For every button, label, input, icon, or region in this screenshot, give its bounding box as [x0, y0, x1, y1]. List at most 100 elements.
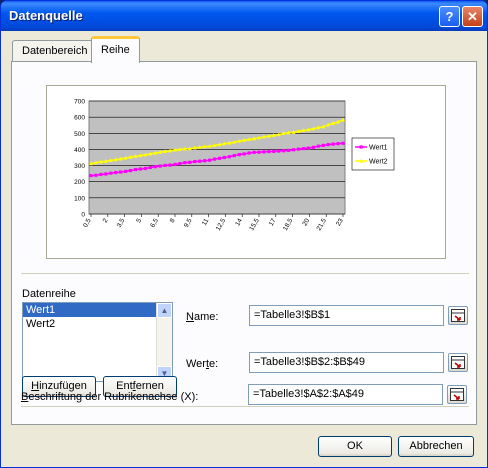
- list-item[interactable]: Wert2: [23, 317, 172, 331]
- data-point: [237, 152, 241, 157]
- collapse-dialog-icon: [451, 356, 465, 369]
- values-field[interactable]: =Tabelle3!$B$2:$B$49: [249, 352, 444, 373]
- x-tick-label: 20: [301, 217, 311, 227]
- data-point: [193, 159, 197, 164]
- chart-svg: 0 100 200 300 400 500 600 700 0,5 2 3,5 5 6,5 8 9,5 11 1…: [74, 99, 395, 232]
- collapse-dialog-icon: [451, 309, 465, 322]
- category-axis-field[interactable]: =Tabelle3!$A$2:$A$49: [248, 384, 443, 405]
- data-point: [133, 168, 138, 172]
- x-tick-label: 5: [135, 217, 143, 224]
- values-label: Werte:: [186, 358, 218, 370]
- data-point: [178, 162, 182, 166]
- data-point: [94, 173, 98, 177]
- series-listbox[interactable]: Wert1 Wert2 ▲ ▼: [22, 302, 173, 382]
- data-point: [321, 143, 325, 147]
- data-point: [242, 152, 246, 156]
- y-tick-label: 300: [74, 163, 85, 170]
- help-button[interactable]: ?: [439, 6, 460, 27]
- data-point: [203, 159, 207, 163]
- x-tick-label: 23: [335, 217, 345, 227]
- y-tick-label: 0: [81, 212, 85, 219]
- x-tick-label: 3,5: [116, 217, 127, 229]
- data-point: [301, 147, 306, 151]
- x-tick-label: 8: [169, 217, 177, 224]
- data-point: [128, 168, 133, 173]
- cancel-button[interactable]: Abbrechen: [398, 436, 474, 457]
- data-point: [89, 173, 93, 178]
- data-point: [217, 156, 222, 160]
- name-range-button[interactable]: [448, 306, 468, 325]
- data-point: [296, 147, 301, 151]
- y-tick-label: 400: [74, 147, 85, 154]
- name-field[interactable]: =Tabelle3!$B$1: [249, 305, 444, 326]
- tab-datenbereich[interactable]: Datenbereich: [12, 40, 98, 62]
- window-title: Datenquelle: [9, 8, 83, 23]
- tab-reihe[interactable]: Reihe: [91, 36, 140, 63]
- legend-marker: [359, 145, 363, 149]
- data-point: [123, 169, 128, 173]
- x-tick-label: 18,5: [282, 217, 295, 232]
- data-point: [316, 144, 320, 148]
- x-tick-label: 6,5: [149, 217, 160, 229]
- data-point: [282, 149, 286, 153]
- name-label-key: N: [186, 311, 194, 323]
- title-bar[interactable]: Datenquelle ? ✕: [1, 1, 487, 31]
- y-tick-label: 600: [74, 115, 85, 122]
- list-item[interactable]: Wert1: [23, 303, 172, 317]
- dialog-client: Datenbereich Reihe 0 100 200 300 400 500 600 70…: [5, 31, 483, 465]
- category-range-button[interactable]: [447, 385, 467, 404]
- data-point: [247, 151, 251, 155]
- category-axis-label: Beschriftung der Rubrikenachse (X):: [21, 391, 198, 403]
- x-tick-label: 12,5: [215, 217, 228, 232]
- y-tick-label: 200: [74, 179, 85, 186]
- x-tick-label: 17: [268, 217, 278, 227]
- data-point: [291, 148, 296, 152]
- data-point: [114, 170, 118, 175]
- values-label-post: e:: [209, 358, 219, 370]
- data-point: [143, 166, 147, 171]
- data-point: [227, 155, 231, 159]
- legend-label: Wert2: [369, 159, 388, 166]
- data-point: [188, 160, 192, 164]
- x-tick-label: 2: [102, 217, 110, 224]
- data-point: [138, 167, 143, 171]
- data-point: [99, 172, 103, 177]
- collapse-dialog-icon: [450, 388, 464, 401]
- x-tick-label: 21,5: [316, 217, 329, 232]
- name-label: Name:: [186, 311, 218, 323]
- y-tick-label: 500: [74, 131, 85, 138]
- data-point: [148, 165, 152, 170]
- data-point: [306, 146, 311, 150]
- data-point: [158, 164, 162, 168]
- data-point: [109, 171, 113, 175]
- data-point: [168, 163, 172, 167]
- name-label-post: ame:: [193, 311, 219, 323]
- ok-button[interactable]: OK: [318, 436, 392, 457]
- data-point: [331, 142, 335, 146]
- data-point: [262, 150, 266, 154]
- data-point: [104, 172, 108, 176]
- x-tick-label: 14: [234, 217, 244, 227]
- x-tick-label: 15,5: [248, 217, 261, 232]
- values-label-pre: Wer: [186, 358, 206, 370]
- data-point: [173, 162, 177, 167]
- list-scrollbar[interactable]: ▲ ▼: [156, 303, 172, 381]
- data-point: [163, 163, 167, 168]
- tab-panel: 0 100 200 300 400 500 600 700 0,5 2 3,5 5 6,5 8 9,5 11 1…: [11, 61, 477, 425]
- series-section-label: Datenreihe: [22, 288, 76, 300]
- data-point: [207, 158, 212, 162]
- chart-preview: 0 100 200 300 400 500 600 700 0,5 2 3,5 5 6,5 8 9,5 11 1…: [46, 85, 446, 259]
- close-button[interactable]: ✕: [462, 6, 483, 27]
- dialog-window: Datenquelle ? ✕ Datenbereich Reihe 0 100 2…: [0, 0, 488, 468]
- data-point: [232, 153, 236, 158]
- scroll-up-icon[interactable]: ▲: [157, 303, 172, 318]
- values-range-button[interactable]: [448, 353, 468, 372]
- data-point: [277, 149, 281, 153]
- x-tick-label: 11: [201, 217, 211, 227]
- data-point: [212, 157, 217, 161]
- data-point: [257, 150, 261, 154]
- x-tick-label: 0,5: [82, 217, 93, 229]
- data-point: [341, 141, 345, 145]
- data-point: [326, 142, 330, 147]
- data-point: [153, 165, 157, 169]
